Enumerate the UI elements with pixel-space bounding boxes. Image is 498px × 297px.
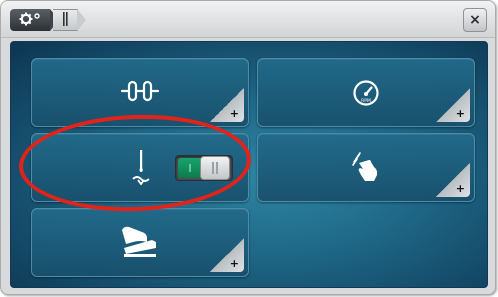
breadcrumb-current[interactable]: [53, 9, 86, 31]
plus-icon: +: [229, 107, 239, 120]
plus-icon: +: [455, 107, 465, 120]
tile-speed[interactable]: RPM +: [257, 58, 475, 127]
gear-settings-icon: [19, 11, 41, 30]
breadcrumb-home[interactable]: [10, 9, 59, 31]
hand-gesture-icon: [346, 146, 386, 186]
presser-foot-icon: [60, 11, 70, 30]
svg-text:RPM: RPM: [361, 98, 371, 104]
plus-icon: +: [455, 182, 465, 195]
close-icon: ×: [469, 12, 481, 28]
close-button[interactable]: ×: [463, 8, 487, 32]
title-bar: ×: [1, 1, 495, 38]
expand-corner-button[interactable]: +: [436, 163, 470, 197]
expand-corner-button[interactable]: +: [436, 88, 470, 122]
tile-foot-control[interactable]: +: [31, 208, 249, 277]
plus-icon: +: [229, 257, 239, 270]
foot-pedal-icon: [116, 219, 164, 263]
expand-corner-button[interactable]: +: [210, 88, 244, 122]
speedometer-icon: RPM: [348, 75, 384, 111]
expand-corner-button[interactable]: +: [210, 238, 244, 272]
thread-tension-icon: [114, 73, 166, 109]
tile-knee-lifter[interactable]: +: [257, 133, 475, 202]
